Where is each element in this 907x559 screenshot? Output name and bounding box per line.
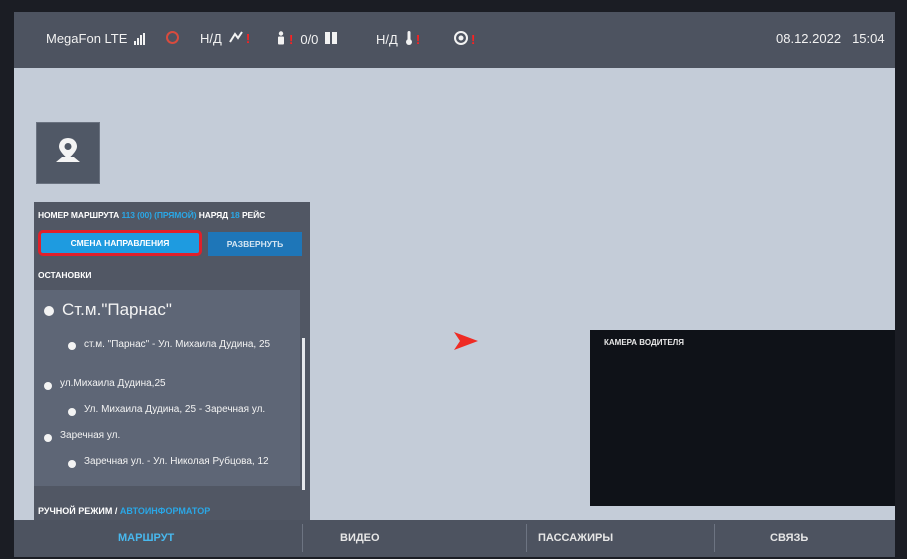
datetime: 08.12.2022 15:04: [776, 31, 885, 46]
driver-camera-view[interactable]: КАМЕРА ВОДИТЕЛЯ: [590, 330, 895, 506]
bullet: [68, 460, 76, 468]
list-item[interactable]: ст.м. "Парнас" - Ул. Михаила Дудина, 25: [68, 338, 294, 352]
route-number-caption: НОМЕР МАРШРУТА: [38, 210, 120, 220]
mode-label: РУЧНОЙ РЕЖИМ / АВТОИНФОРМАТОР: [38, 506, 210, 516]
door-icon: [325, 32, 338, 47]
tab-video[interactable]: ВИДЕО: [340, 532, 380, 544]
stop-segment: ст.м. "Парнас" - Ул. Михаила Дудина, 25: [84, 339, 271, 350]
tab-passengers[interactable]: ПАССАЖИРЫ: [538, 532, 613, 544]
tab-communication[interactable]: СВЯЗЬ: [770, 532, 808, 544]
passenger-icon: [276, 31, 286, 48]
operator-label: MegaFon LTE: [46, 31, 128, 46]
trip-caption: РЕЙС: [241, 210, 266, 220]
bullet: [44, 382, 52, 390]
divider: [302, 524, 303, 552]
bullet: [68, 408, 76, 416]
stop-name: ул.Михаила Дудина,25: [60, 378, 166, 389]
order-number: 18: [230, 210, 240, 220]
temp-status-label: Н/Д: [376, 32, 398, 47]
order-caption: НАРЯД: [198, 210, 229, 220]
bullet: [68, 342, 76, 350]
status-bar: MegaFon LTE Н/Д ! ! 0/0 Н/Д ! ! 08.12.20…: [14, 12, 895, 68]
screen: MegaFon LTE Н/Д ! ! 0/0 Н/Д ! ! 08.12.20…: [14, 12, 895, 557]
passengers-alert: !: [289, 32, 294, 47]
location-button[interactable]: [36, 122, 100, 184]
stops-list[interactable]: Ст.м."Парнас" ст.м. "Парнас" - Ул. Михаи…: [34, 290, 300, 486]
map-view[interactable]: НОМЕР МАРШРУТА 113 (00) (ПРЯМОЙ) НАРЯД 1…: [14, 68, 895, 557]
globe-icon: [166, 31, 179, 44]
gps-off-icon: [228, 31, 243, 46]
stop-segment: Заречная ул. - Ул. Николая Рубцова, 12: [84, 456, 269, 467]
gps-alert: !: [245, 31, 251, 46]
stop-name: Ст.м."Парнас": [62, 300, 172, 319]
auto-mode-label: АВТОИНФОРМАТОР: [119, 506, 211, 516]
manual-mode-label: РУЧНОЙ РЕЖИМ /: [38, 506, 118, 516]
camera-label: КАМЕРА ВОДИТЕЛЯ: [604, 338, 685, 347]
signal-bars-icon: [134, 32, 146, 45]
list-item[interactable]: ул.Михаила Дудина,25: [44, 378, 166, 390]
tab-route[interactable]: МАРШРУТ: [118, 532, 174, 544]
stops-title: ОСТАНОВКИ: [38, 270, 92, 280]
expand-button[interactable]: РАЗВЕРНУТЬ: [208, 232, 302, 256]
bullet: [44, 306, 54, 316]
passengers-status: ! 0/0: [276, 31, 338, 48]
route-panel: НОМЕР МАРШРУТА 113 (00) (ПРЯМОЙ) НАРЯД 1…: [34, 202, 310, 557]
thermometer-icon: [405, 31, 413, 48]
stop-name: Заречная ул.: [60, 430, 121, 441]
temp-alert: !: [415, 32, 421, 47]
divider: [714, 524, 715, 552]
divider: [526, 524, 527, 552]
gps-status-label: Н/Д: [200, 31, 222, 46]
stops-scrollbar[interactable]: [302, 338, 305, 490]
list-item[interactable]: Ст.м."Парнас": [44, 300, 172, 320]
record-icon: [454, 31, 468, 48]
stop-segment: Ул. Михаила Дудина, 25 - Заречная ул.: [84, 404, 266, 415]
change-direction-button[interactable]: СМЕНА НАПРАВЛЕНИЯ: [38, 230, 202, 256]
date-label: 08.12.2022: [776, 31, 842, 46]
list-item[interactable]: Заречная ул. - Ул. Николая Рубцова, 12: [68, 456, 269, 468]
route-header: НОМЕР МАРШРУТА 113 (00) (ПРЯМОЙ) НАРЯД 1…: [38, 210, 265, 220]
location-pin-icon: [52, 135, 84, 171]
record-status: !: [454, 31, 475, 48]
list-item[interactable]: Заречная ул.: [44, 430, 120, 442]
navigation-arrow-icon: [454, 332, 478, 354]
time-label: 15:04: [852, 31, 885, 46]
gps-status: Н/Д !: [200, 31, 250, 46]
bullet: [44, 434, 52, 442]
temperature-status: Н/Д !: [376, 31, 420, 48]
route-number: 113 (00) (ПРЯМОЙ): [121, 210, 197, 220]
list-item[interactable]: Ул. Михаила Дудина, 25 - Заречная ул.: [68, 404, 265, 416]
passengers-count: 0/0: [300, 32, 319, 47]
operator-group: MegaFon LTE: [46, 31, 146, 46]
record-alert: !: [471, 32, 476, 47]
tab-bar: МАРШРУТ ВИДЕО ПАССАЖИРЫ СВЯЗЬ: [14, 520, 895, 557]
